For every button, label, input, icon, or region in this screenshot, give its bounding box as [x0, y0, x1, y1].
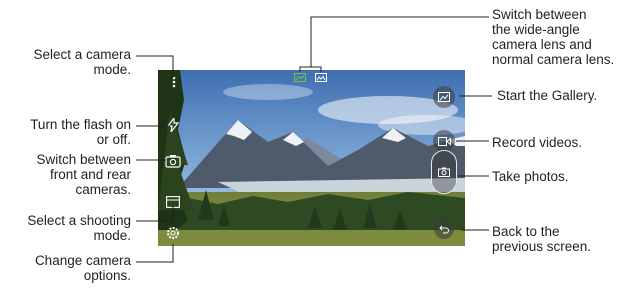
normal-lens-icon — [315, 73, 327, 82]
leader-camera-options — [136, 244, 174, 263]
callout-flash: Turn the flash on or off. — [30, 117, 131, 147]
callout-shooting-mode: Select a shooting mode. — [27, 213, 131, 243]
callout-photo: Take photos. — [492, 169, 569, 184]
flash-button[interactable] — [165, 117, 181, 133]
leader-lens — [310, 16, 489, 67]
callout-line: Start the Gallery. — [497, 88, 598, 103]
back-button[interactable] — [434, 219, 454, 239]
camera-mode-button[interactable] — [168, 75, 180, 89]
callout-camera-options: Change camera options. — [35, 253, 131, 283]
callout-line: Take photos. — [492, 169, 569, 184]
gallery-icon — [438, 92, 450, 102]
callout-line: options. — [83, 268, 131, 283]
callout-line: or off. — [96, 132, 131, 147]
callout-record: Record videos. — [492, 135, 582, 150]
callout-line: front and rear — [49, 167, 131, 182]
video-record-button[interactable] — [433, 130, 455, 152]
callout-line: cameras. — [75, 182, 131, 197]
callout-camera-mode: Select a camera mode. — [33, 47, 131, 77]
callout-switch-camera: Switch between front and rear cameras. — [36, 152, 131, 197]
callout-line: Turn the flash on — [30, 117, 131, 132]
callout-line: Back to the — [492, 224, 560, 239]
callout-line: previous screen. — [492, 239, 592, 254]
shooting-mode-button[interactable] — [165, 195, 181, 209]
settings-button[interactable] — [165, 225, 181, 241]
callout-line: Record videos. — [492, 135, 583, 150]
callout-line: mode. — [93, 62, 131, 77]
gallery-button[interactable] — [433, 86, 455, 108]
callout-gallery: Start the Gallery. — [497, 88, 597, 103]
video-icon — [437, 136, 451, 146]
callout-back: Back to the previous screen. — [492, 224, 591, 254]
switch-camera-icon — [165, 155, 181, 168]
callout-lens: Switch between the wide-angle camera len… — [492, 7, 614, 67]
landscape-image — [158, 70, 465, 246]
menu-dots-icon — [172, 76, 176, 88]
wide-lens-button[interactable] — [293, 72, 306, 83]
normal-lens-button[interactable] — [314, 72, 328, 83]
callout-line: Change camera — [34, 253, 131, 268]
callout-line: camera lens and — [492, 37, 592, 52]
callout-line: Switch between — [492, 7, 587, 22]
callout-line: mode. — [93, 228, 131, 243]
flash-icon — [167, 118, 179, 132]
settings-gear-icon — [167, 227, 179, 239]
callout-line: Select a shooting — [27, 213, 131, 228]
shooting-mode-icon — [166, 196, 180, 208]
callout-line: the wide-angle — [492, 22, 580, 37]
shutter-button[interactable] — [431, 150, 457, 194]
callout-line: Switch between — [36, 152, 131, 167]
back-icon — [439, 225, 449, 233]
callout-line: Select a camera — [33, 47, 131, 62]
callout-line: normal camera lens. — [492, 52, 615, 67]
camera-preview — [158, 70, 465, 246]
wide-lens-icon — [293, 73, 306, 82]
switch-camera-button[interactable] — [164, 153, 182, 169]
shutter-icon — [438, 167, 450, 177]
